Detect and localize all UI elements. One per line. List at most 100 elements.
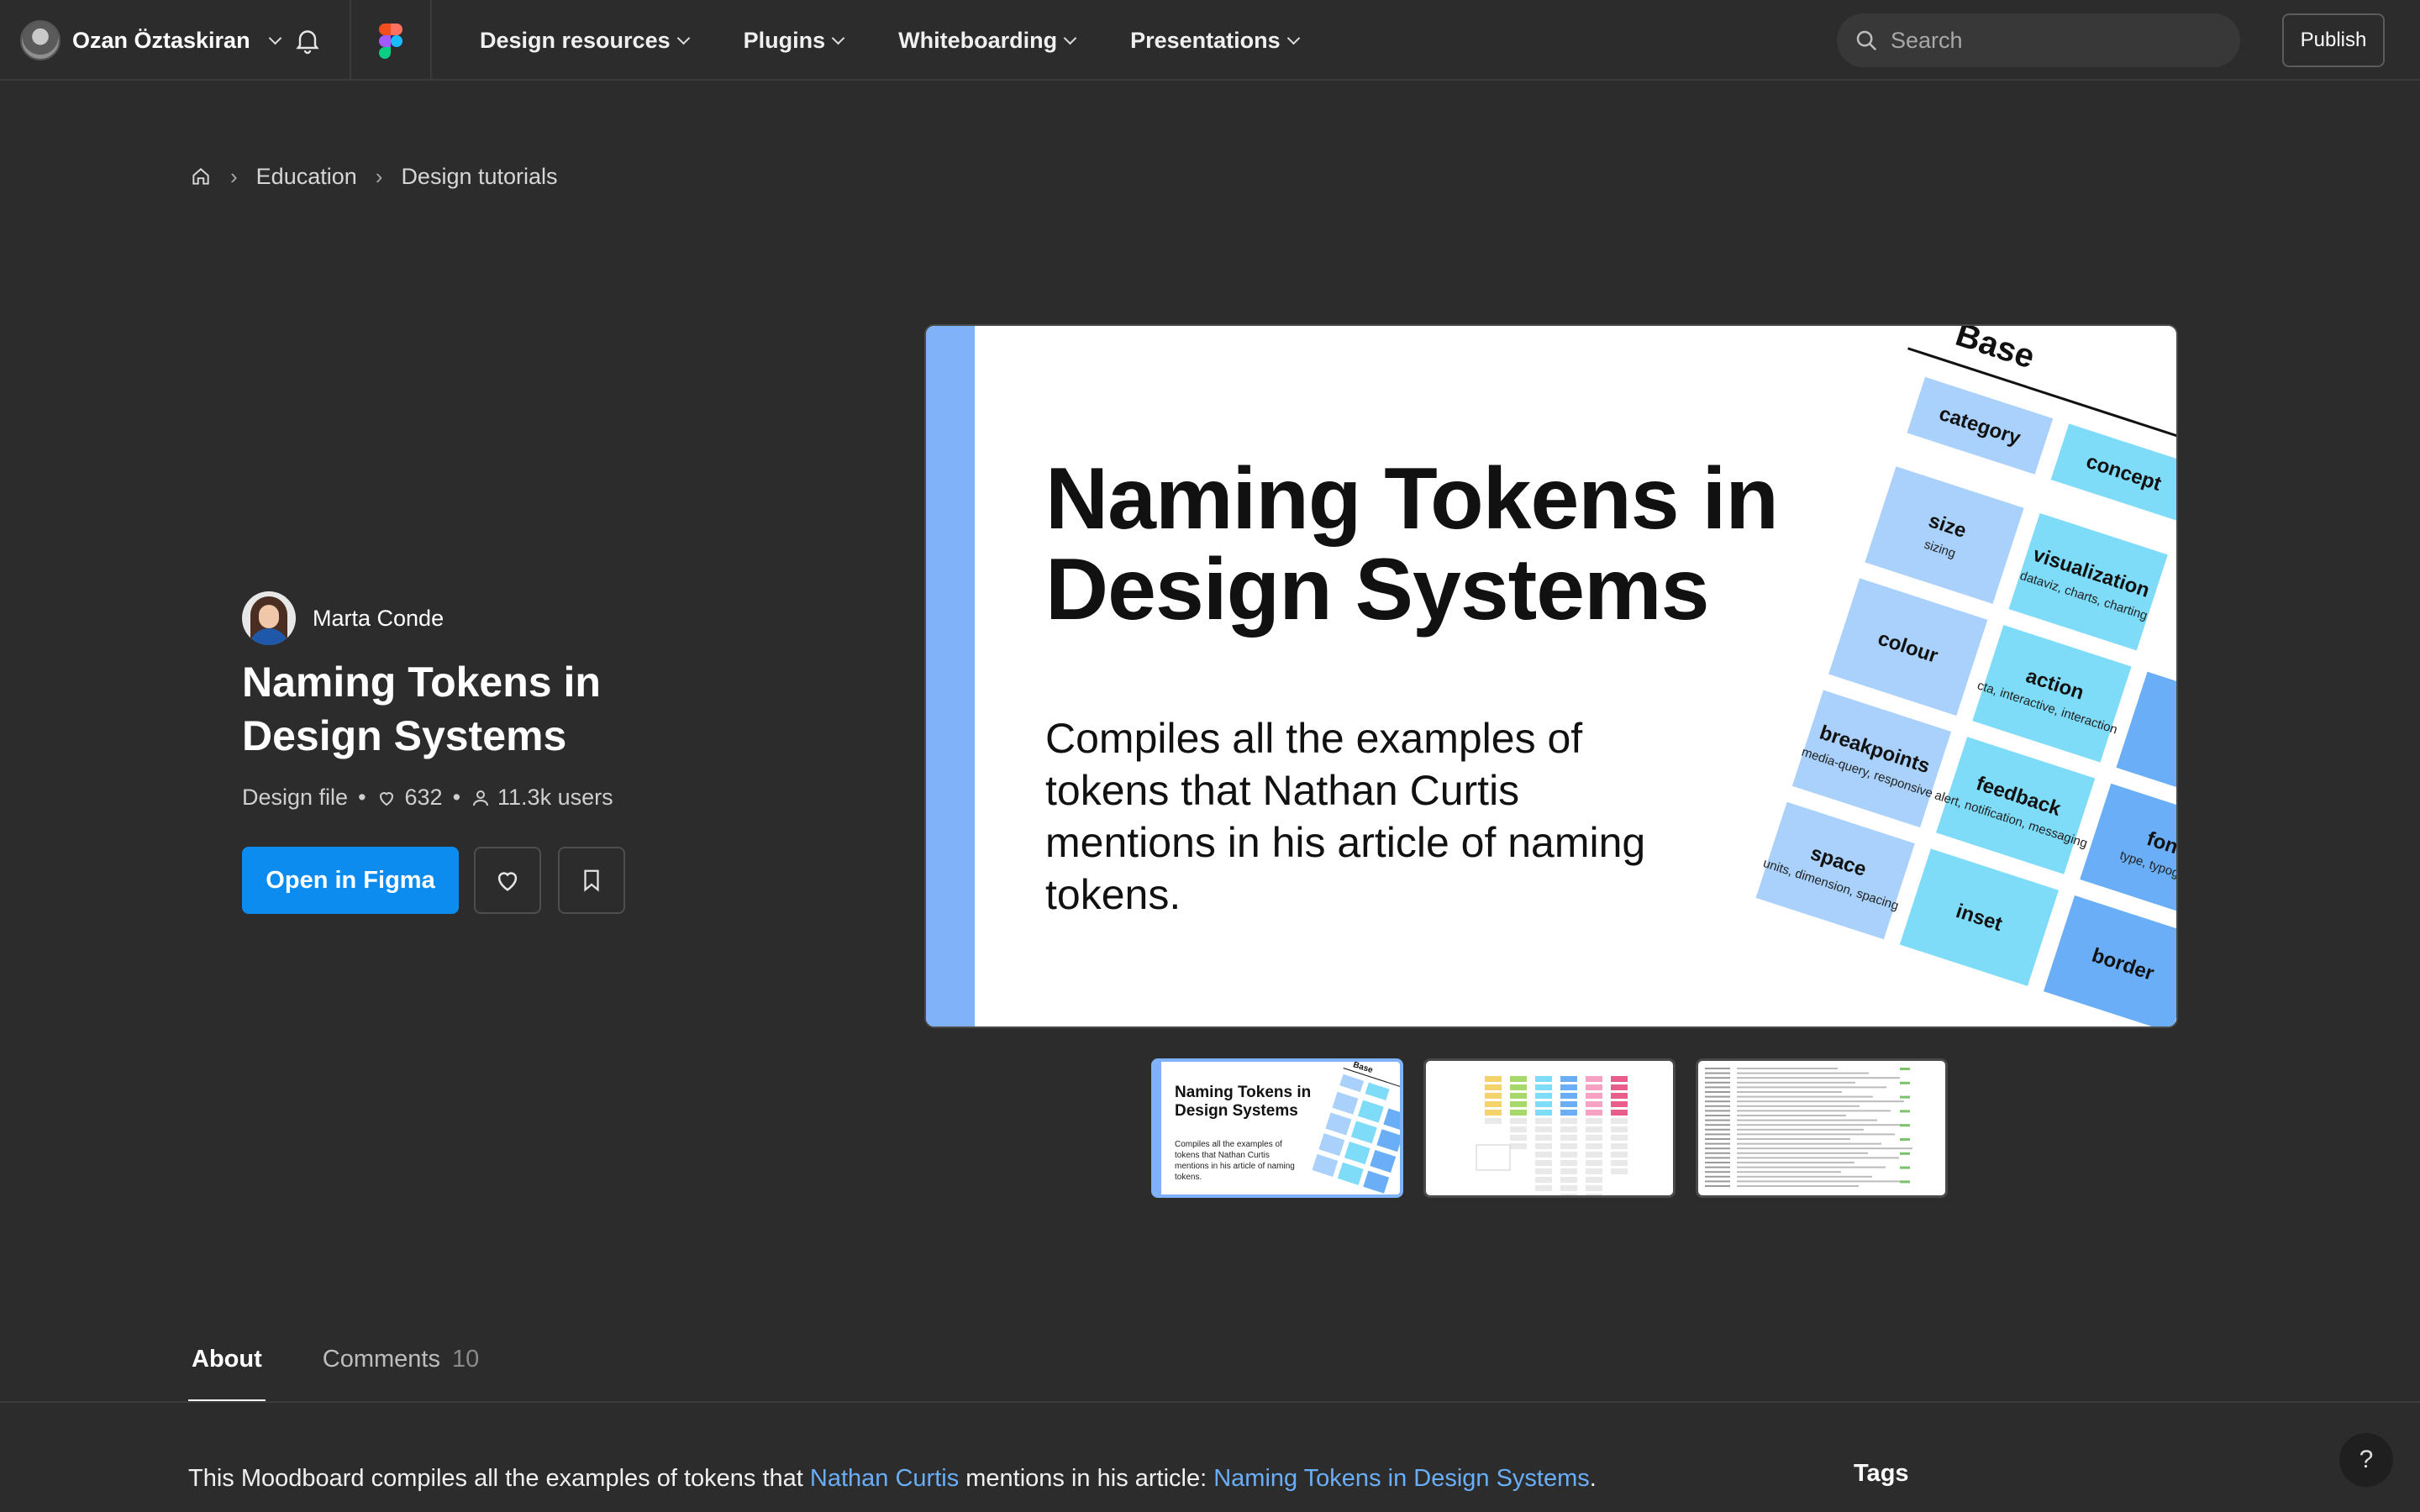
thumb-line: [1737, 1175, 1872, 1178]
thumb-cell: [1560, 1177, 1577, 1183]
thumb-cell: [1485, 1118, 1502, 1124]
thumb-cell: [1611, 1118, 1628, 1124]
thumb-cell: [1586, 1185, 1602, 1191]
thumb-line: [1737, 1095, 1873, 1098]
thumb-cell: [1535, 1185, 1552, 1191]
bell-icon[interactable]: [292, 25, 323, 55]
thumb-line: [1705, 1105, 1730, 1107]
thumb-cell: [1510, 1093, 1527, 1099]
like-button[interactable]: [474, 847, 541, 914]
thumb-cell: [1560, 1126, 1577, 1132]
thumb-line: [1705, 1091, 1730, 1093]
thumb-cell: [1485, 1076, 1502, 1082]
thumb-cell: [1611, 1160, 1628, 1166]
thumb-cell: [1510, 1135, 1527, 1141]
thumb-cell: [1485, 1110, 1502, 1116]
thumb-cell: [1535, 1110, 1552, 1116]
publish-button[interactable]: Publish: [2282, 13, 2385, 67]
thumb-line: [1737, 1180, 1903, 1183]
thumb-cell: [1586, 1177, 1602, 1183]
thumb-line: [1705, 1185, 1730, 1187]
account-menu-button[interactable]: Ozan Öztaskiran: [20, 18, 281, 62]
file-title: Naming Tokens in Design Systems: [242, 659, 601, 759]
thumb-cell: [1560, 1143, 1577, 1149]
open-in-figma-button[interactable]: Open in Figma: [242, 847, 459, 914]
thumb-line: [1737, 1091, 1842, 1093]
thumb-cell: [1560, 1194, 1577, 1195]
figma-logo-icon[interactable]: [379, 24, 402, 59]
nav-whiteboarding[interactable]: Whiteboarding: [898, 28, 1077, 54]
breadcrumb-separator: ›: [375, 163, 383, 189]
thumb-line: [1737, 1086, 1886, 1089]
search-input[interactable]: [1889, 26, 2228, 55]
thumb-cell: [1560, 1110, 1577, 1116]
users-count: 11.3k users: [497, 785, 613, 810]
tab-about[interactable]: About: [188, 1336, 266, 1403]
thumb-cell: [1611, 1084, 1628, 1090]
bookmark-button[interactable]: [558, 847, 625, 914]
nav-presentations[interactable]: Presentations: [1130, 28, 1300, 54]
thumb-cell: [1611, 1101, 1628, 1107]
nav-plugins[interactable]: Plugins: [744, 28, 845, 54]
chevron-down-icon: [831, 31, 845, 45]
breadcrumb-education[interactable]: Education: [256, 164, 357, 190]
comments-count: 10: [451, 1346, 480, 1373]
thumb-cell: [1560, 1101, 1577, 1107]
search-box[interactable]: [1837, 13, 2240, 67]
preview-image[interactable]: Naming Tokens in Design Systems Compiles…: [924, 324, 2178, 1028]
nathan-curtis-link[interactable]: Nathan Curtis: [810, 1465, 959, 1492]
thumb-cell: [1510, 1110, 1527, 1116]
user-name: Ozan Öztaskiran: [72, 27, 250, 53]
thumb-cell: [1510, 1084, 1527, 1090]
help-button[interactable]: ?: [2339, 1433, 2393, 1487]
file-type: Design file: [242, 785, 349, 810]
art-heading: Base: [1951, 326, 2039, 375]
thumb-cell: [1611, 1093, 1628, 1099]
thumb-line: [1705, 1077, 1730, 1079]
heart-icon: [497, 872, 518, 891]
thumb-line: [1900, 1068, 1910, 1070]
thumb-line: [1705, 1128, 1730, 1131]
thumb-table-graphic: [1705, 1068, 1912, 1187]
thumb-line: [1737, 1081, 1855, 1084]
thumb-line: [1705, 1095, 1730, 1098]
thumb-cell: [1560, 1118, 1577, 1124]
breadcrumb-separator: ›: [230, 163, 238, 189]
home-icon[interactable]: [190, 165, 212, 187]
thumb-cell: [1560, 1135, 1577, 1141]
thumb-line: [1705, 1171, 1730, 1173]
tab-comments[interactable]: Comments 10: [319, 1336, 482, 1403]
thumb-line: [1705, 1138, 1730, 1140]
thumb-cell: [1535, 1168, 1552, 1174]
thumb-cell: [1586, 1093, 1602, 1099]
thumbnail-3[interactable]: [1696, 1058, 1948, 1198]
thumb-line: [1900, 1152, 1910, 1155]
thumb-cell: [1535, 1093, 1552, 1099]
thumb-chart-graphic: [1476, 1076, 1628, 1195]
thumb-line: [1737, 1157, 1899, 1159]
thumb-cell: [1510, 1143, 1527, 1149]
thumb-cell: [1611, 1143, 1628, 1149]
article-link[interactable]: Naming Tokens in Design Systems: [1213, 1465, 1590, 1492]
thumbnail-2[interactable]: [1423, 1058, 1676, 1198]
thumb-description: Compiles all the examples of tokens that…: [1175, 1140, 1295, 1182]
thumb-cell: [1560, 1185, 1577, 1191]
breadcrumb-design-tutorials[interactable]: Design tutorials: [401, 164, 557, 190]
thumb-line: [1737, 1110, 1891, 1112]
thumb-cell: [1611, 1076, 1628, 1082]
preview-stripe: [926, 326, 975, 1026]
thumbnail-1[interactable]: Naming Tokens in Design Systems Compiles…: [1151, 1058, 1403, 1198]
thumb-cell: [1611, 1152, 1628, 1158]
nav-design-resources[interactable]: Design resources: [480, 28, 690, 54]
thumb-line: [1737, 1152, 1868, 1154]
thumb-cell: [1586, 1135, 1602, 1141]
thumb-cell: [1535, 1118, 1552, 1124]
thumb-line: [1737, 1133, 1895, 1136]
chevron-down-icon: [1063, 31, 1077, 45]
thumb-cell: [1485, 1101, 1502, 1107]
thumb-line: [1705, 1119, 1730, 1121]
thumb-cell: [1535, 1152, 1552, 1158]
thumb-cell: [1510, 1118, 1527, 1124]
author[interactable]: Marta Conde: [242, 591, 444, 645]
thumb-cell: [1586, 1194, 1602, 1195]
